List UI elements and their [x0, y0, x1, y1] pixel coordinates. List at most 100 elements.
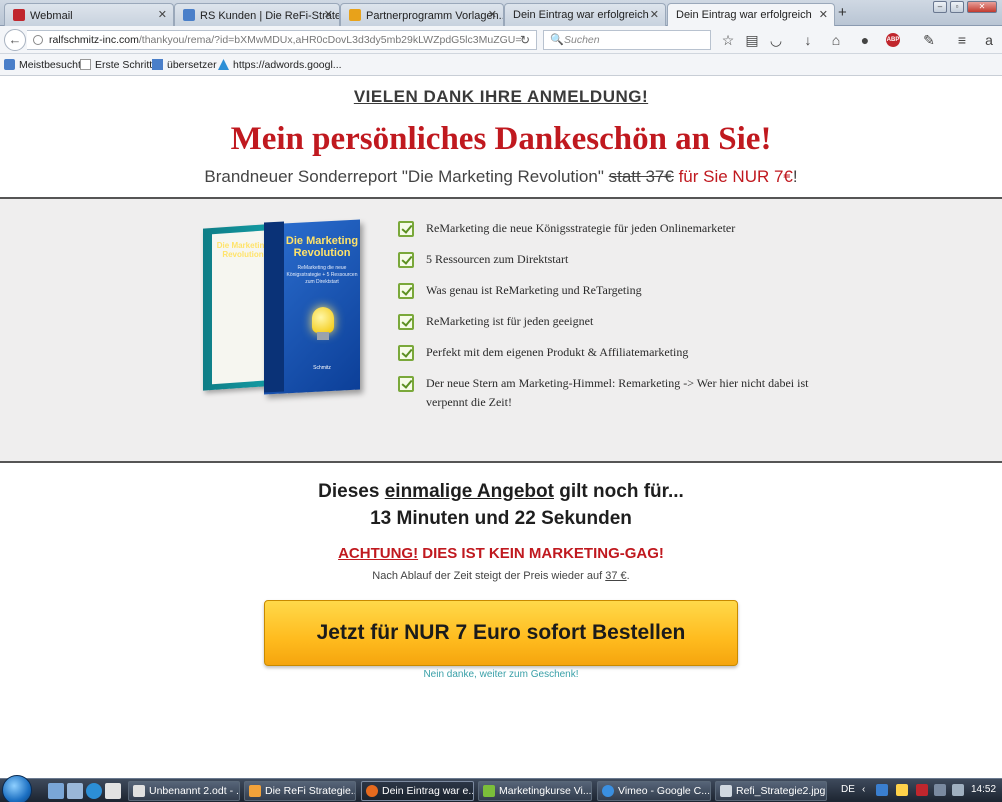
clock[interactable]: 14:52	[971, 784, 996, 795]
volume-icon[interactable]	[952, 784, 964, 796]
bookmark-adwords[interactable]: https://adwords.googl...	[218, 59, 342, 71]
pocket-icon[interactable]: ◡	[767, 31, 785, 49]
show-desktop-icon[interactable]	[48, 783, 64, 799]
maximize-icon[interactable]: ▫	[950, 1, 964, 13]
webmail-favicon-icon	[13, 9, 25, 21]
app-icon	[483, 785, 495, 797]
task-label: Vimeo - Google C...	[618, 785, 711, 797]
lightbulb-icon	[312, 307, 334, 333]
tab-close-icon[interactable]: ✕	[324, 8, 333, 21]
adwords-icon	[218, 59, 229, 70]
book-title: Die Marketing Revolution	[285, 235, 359, 259]
url-host: ralfschmitz-inc.com	[49, 34, 139, 46]
bookmark-label: Erste Schritte	[95, 59, 159, 71]
page-favicon-icon	[183, 9, 195, 21]
bookmarks-bar: Meistbesucht Erste Schritte übersetzer h…	[0, 54, 1002, 76]
list-item: ReMarketing die neue Königsstrategie für…	[398, 219, 838, 238]
tab-label: Partnerprogramm Vorlagen...	[366, 10, 504, 22]
checkmark-icon	[398, 221, 414, 237]
feature-band: Die Marketing Revolution Die Marketing R…	[0, 197, 1002, 463]
translate-icon	[152, 59, 163, 70]
internet-explorer-icon[interactable]	[86, 783, 102, 799]
start-button-icon[interactable]	[2, 775, 32, 802]
task-label: Refi_Strategie2.jpg...	[736, 785, 827, 797]
reload-icon[interactable]: ↻	[520, 33, 530, 47]
language-indicator[interactable]: DE	[841, 784, 855, 795]
subline-text: Brandneuer Sonderreport "Die Marketing R…	[204, 167, 604, 186]
feature-text: ReMarketing die neue Königsstrategie für…	[426, 221, 736, 235]
folder-icon	[249, 785, 261, 797]
tab-close-icon[interactable]: ✕	[158, 8, 167, 21]
bookmark-meistbesucht[interactable]: Meistbesucht	[4, 59, 81, 71]
price-note: Nach Ablauf der Zeit steigt der Preis wi…	[0, 570, 1002, 582]
back-arrow-icon[interactable]: ←	[4, 29, 26, 51]
amazon-icon[interactable]: a	[980, 31, 998, 49]
bookmark-label: Meistbesucht	[19, 59, 81, 71]
bookmark-label: übersetzer	[167, 59, 217, 71]
bookmark-uebersetzer[interactable]: übersetzer	[152, 59, 217, 71]
menu-icon[interactable]: ≡	[953, 31, 971, 49]
taskbar-item-marketingkurse[interactable]: Marketingkurse Vi...	[478, 781, 592, 801]
media-player-icon[interactable]	[105, 783, 121, 799]
tray-app-icon[interactable]	[896, 784, 908, 796]
decline-link[interactable]: Nein danke, weiter zum Geschenk!	[0, 669, 1002, 680]
list-item: Was genau ist ReMarketing und ReTargetin…	[398, 281, 838, 300]
hero-section: VIELEN DANK IHRE ANMELDUNG! Mein persönl…	[0, 77, 1002, 197]
home-icon[interactable]: ⌂	[827, 31, 845, 49]
book-spine	[264, 221, 284, 393]
new-tab-button[interactable]: +	[838, 4, 847, 21]
antivirus-icon[interactable]	[916, 784, 928, 796]
tab-label: Dein Eintrag war erfolgreich	[676, 9, 812, 21]
tab-dein-eintrag-active[interactable]: Dein Eintrag war erfolgreich ✕	[667, 3, 835, 27]
checkmark-icon	[398, 376, 414, 392]
feature-text: ReMarketing ist für jeden geeignet	[426, 314, 594, 328]
tab-label: Webmail	[30, 10, 73, 22]
tab-partnerprogramm[interactable]: Partnerprogramm Vorlagen... ✕	[340, 3, 504, 26]
url-bar[interactable]: ralfschmitz-inc.com/thankyou/rema/?id=bX…	[27, 30, 537, 50]
list-item: Perfekt mit dem eigenen Produkt & Affili…	[398, 343, 838, 362]
extension-icon[interactable]: ✎	[920, 31, 938, 49]
page-favicon-icon	[349, 9, 361, 21]
offer-countdown: Dieses einmalige Angebot gilt noch für..…	[0, 478, 1002, 532]
bluetooth-icon[interactable]	[876, 784, 888, 796]
offer-emphasis: einmalige Angebot	[384, 481, 554, 502]
tray-expand-icon[interactable]: ‹	[862, 784, 865, 795]
thank-you-heading: VIELEN DANK IHRE ANMELDUNG!	[353, 87, 649, 106]
bookmark-erste-schritte[interactable]: Erste Schritte	[80, 59, 158, 71]
search-input[interactable]: 🔍 Suchen	[543, 30, 711, 50]
reading-list-icon[interactable]: ▤	[743, 31, 761, 49]
bookmark-star-icon[interactable]: ☆	[719, 31, 737, 49]
tab-close-icon[interactable]: ✕	[650, 8, 659, 21]
tab-close-icon[interactable]: ✕	[819, 8, 828, 21]
old-price: statt 37€	[608, 167, 674, 186]
tab-close-icon[interactable]: ✕	[488, 8, 497, 21]
tab-webmail[interactable]: Webmail ✕	[4, 3, 174, 26]
site-info-icon[interactable]	[33, 35, 43, 45]
download-icon[interactable]: ↓	[799, 31, 817, 49]
window-switcher-icon[interactable]	[67, 783, 83, 799]
close-window-icon[interactable]: ✕	[967, 1, 997, 13]
task-label: Unbenannt 2.odt - ...	[149, 785, 240, 797]
taskbar-item-image[interactable]: Refi_Strategie2.jpg...	[715, 781, 827, 801]
chat-icon[interactable]: ●	[856, 31, 874, 49]
tab-dein-eintrag-1[interactable]: Dein Eintrag war erfolgreich ✕	[504, 3, 666, 26]
offer-heading: Dieses einmalige Angebot gilt noch für..…	[0, 478, 1002, 505]
price-note-end: .	[626, 570, 630, 582]
subline-end: !	[792, 167, 798, 186]
page-icon	[80, 59, 91, 70]
browser-navbar: ← ralfschmitz-inc.com/thankyou/rema/?id=…	[0, 26, 1002, 54]
tab-rs-kunden[interactable]: RS Kunden | Die ReFi-Strategie ✕	[174, 3, 340, 26]
chrome-icon	[602, 785, 614, 797]
checkmark-icon	[398, 345, 414, 361]
taskbar-item-refi[interactable]: Die ReFi Strategie....	[244, 781, 356, 801]
taskbar-item-writer[interactable]: Unbenannt 2.odt - ...	[128, 781, 240, 801]
network-icon[interactable]	[934, 784, 946, 796]
taskbar-item-vimeo[interactable]: Vimeo - Google C...	[597, 781, 711, 801]
bookmark-label: https://adwords.googl...	[233, 59, 342, 71]
tab-label: RS Kunden | Die ReFi-Strategie	[200, 10, 339, 22]
warning-text: ACHTUNG! DIES IST KEIN MARKETING-GAG!	[0, 545, 1002, 562]
order-button[interactable]: Jetzt für NUR 7 Euro sofort Bestellen	[264, 600, 738, 666]
minimize-icon[interactable]: –	[933, 1, 947, 13]
taskbar-item-firefox[interactable]: Dein Eintrag war e...	[361, 781, 474, 801]
adblock-icon[interactable]: ABP	[886, 33, 900, 47]
